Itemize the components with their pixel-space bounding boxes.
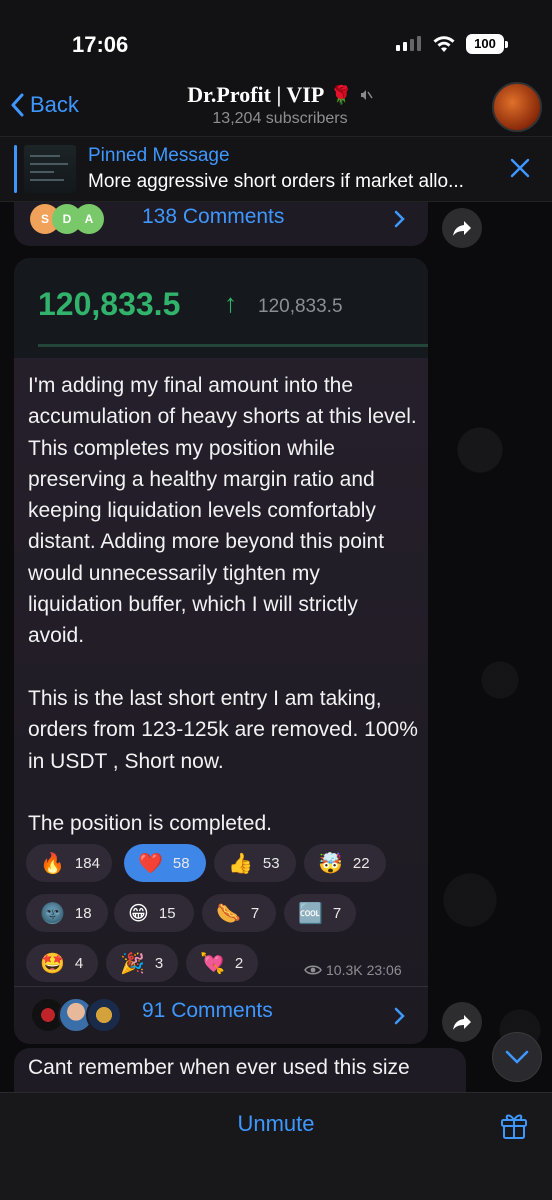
reaction-hotdog[interactable]: 🌭 7 <box>202 894 276 932</box>
reaction-emoji: 🔥 <box>40 852 65 875</box>
channel-message[interactable]: 120,833.5 ↑ 120,833.5 I'm adding my fina… <box>14 258 428 1044</box>
reaction-count: 18 <box>74 904 92 922</box>
forward-button[interactable] <box>442 1002 482 1042</box>
reaction-emoji: 😁 <box>128 902 149 925</box>
battery-indicator: 100 <box>466 34 508 54</box>
commenter-avatar <box>86 997 122 1033</box>
pinned-label: Pinned Message <box>88 145 230 166</box>
back-button[interactable]: Back <box>10 92 79 118</box>
bottom-bar: Unmute <box>0 1092 552 1200</box>
back-label: Back <box>30 92 79 117</box>
reaction-count: 7 <box>332 904 342 922</box>
view-count: 10.3K <box>326 962 363 978</box>
channel-info[interactable]: Dr.Profit | VIP 🌹 13,204 subscribers <box>150 82 410 128</box>
close-icon[interactable] <box>508 156 532 180</box>
reaction-emoji: ❤️ <box>138 852 163 875</box>
reaction-emoji: 🌭 <box>216 902 241 925</box>
gift-icon[interactable] <box>498 1109 530 1141</box>
scroll-down-button[interactable] <box>492 1032 542 1082</box>
reaction-grin[interactable]: 😁 15 <box>114 894 194 932</box>
reaction-moon[interactable]: 🌚 18 <box>26 894 108 932</box>
share-arrow-icon <box>453 221 471 236</box>
pinned-indicator <box>14 145 17 193</box>
reaction-emoji: 🆒 <box>298 902 323 925</box>
price-image: 120,833.5 ↑ 120,833.5 <box>14 258 428 358</box>
chevron-right-icon <box>394 210 405 228</box>
comments-count: 138 Comments <box>142 205 285 228</box>
reaction-party[interactable]: 🎉 3 <box>106 944 178 982</box>
reaction-heart[interactable]: ❤️ 58 <box>124 844 206 882</box>
reaction-emoji: 🤯 <box>318 852 343 875</box>
reaction-cool[interactable]: 🆒 7 <box>284 894 356 932</box>
chevron-right-icon <box>394 1007 405 1025</box>
pinned-text: More aggressive short orders if market a… <box>88 171 464 192</box>
signal-icon <box>396 36 421 51</box>
commenter-avatar: A <box>74 204 104 234</box>
price-divider <box>38 344 428 347</box>
price-up-arrow: ↑ <box>224 288 237 318</box>
price-value: 120,833.5 <box>38 286 181 322</box>
forward-button[interactable] <box>442 208 482 248</box>
reaction-count: 15 <box>158 904 176 922</box>
eye-icon <box>304 965 322 975</box>
chat-header: Back Dr.Profit | VIP 🌹 13,204 subscriber… <box>0 80 552 136</box>
reaction-fire[interactable]: 🔥 184 <box>26 844 112 882</box>
reaction-mind-blown[interactable]: 🤯 22 <box>304 844 386 882</box>
pinned-thumbnail <box>24 145 76 193</box>
message-time: 23:06 <box>366 962 402 978</box>
price-secondary: 120,833.5 <box>258 296 343 317</box>
reaction-emoji: 👍 <box>228 852 253 875</box>
message-meta: 10.3K 23:06 <box>304 962 402 978</box>
channel-avatar[interactable] <box>492 82 542 132</box>
reaction-count: 3 <box>154 954 164 972</box>
reaction-emoji: 🤩 <box>40 952 65 975</box>
reaction-emoji: 💘 <box>200 952 225 975</box>
message-text: I'm adding my final amount into the accu… <box>28 374 418 836</box>
reaction-count: 4 <box>74 954 84 972</box>
comments-count: 91 Comments <box>142 999 273 1022</box>
subscriber-count: 13,204 subscribers <box>212 110 348 127</box>
chevron-left-icon <box>11 93 24 117</box>
reaction-star-struck[interactable]: 🤩 4 <box>26 944 98 982</box>
rose-emoji: 🌹 <box>330 84 353 105</box>
reaction-count: 58 <box>172 854 190 872</box>
reaction-count: 22 <box>352 854 370 872</box>
reaction-count: 53 <box>262 854 280 872</box>
status-time: 17:06 <box>72 32 129 57</box>
share-arrow-icon <box>453 1015 471 1030</box>
muted-icon <box>360 90 373 100</box>
reaction-emoji: 🎉 <box>120 952 145 975</box>
previous-comments-bar[interactable]: S D A 138 Comments <box>14 202 428 246</box>
comments-bar[interactable]: 91 Comments <box>14 986 428 1044</box>
reaction-thumbs-up[interactable]: 👍 53 <box>214 844 296 882</box>
reaction-count: 7 <box>250 904 260 922</box>
reaction-count: 184 <box>74 854 100 872</box>
reaction-count: 2 <box>234 954 244 972</box>
reaction-heart-arrow[interactable]: 💘 2 <box>186 944 258 982</box>
wifi-icon <box>433 36 455 52</box>
unmute-button[interactable]: Unmute <box>0 1111 552 1137</box>
reaction-emoji: 🌚 <box>40 902 65 925</box>
channel-title: Dr.Profit | VIP <box>187 82 325 107</box>
status-bar: 17:06 100 <box>0 0 552 80</box>
next-message-text: Cant remember when ever used this size <box>28 1056 410 1079</box>
pinned-message-bar[interactable]: Pinned Message More aggressive short ord… <box>0 136 552 202</box>
chevron-down-icon <box>505 1050 529 1064</box>
